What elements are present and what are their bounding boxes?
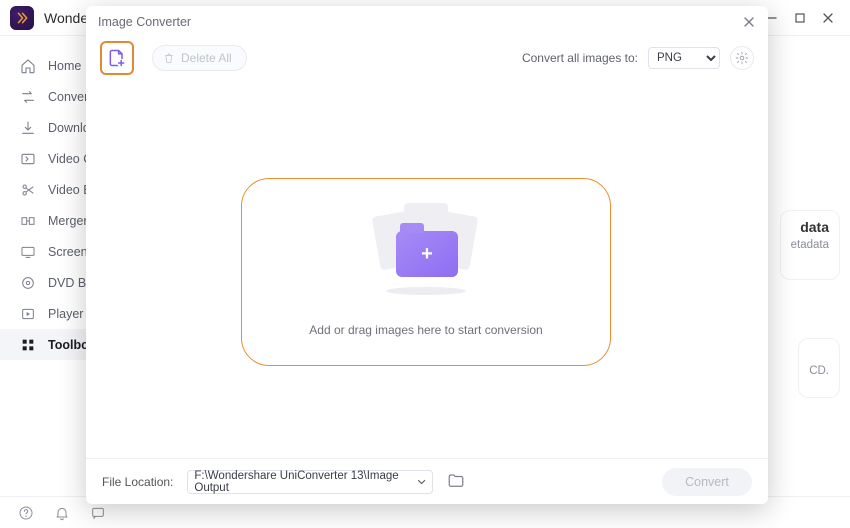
delete-all-button[interactable]: Delete All bbox=[152, 45, 247, 71]
window-maximize-button[interactable] bbox=[790, 8, 810, 28]
scissors-icon bbox=[20, 182, 36, 198]
screen-icon bbox=[20, 244, 36, 260]
output-format-select[interactable]: PNG bbox=[648, 47, 720, 69]
merge-icon bbox=[20, 213, 36, 229]
play-icon bbox=[20, 306, 36, 322]
folder-illustration-icon: + bbox=[366, 207, 486, 293]
modal-title: Image Converter bbox=[98, 15, 191, 29]
home-icon bbox=[20, 58, 36, 74]
bell-icon[interactable] bbox=[54, 505, 70, 521]
convert-label: Convert bbox=[685, 475, 729, 489]
convert-to-label: Convert all images to: bbox=[522, 51, 638, 65]
gear-icon bbox=[735, 51, 749, 65]
sidebar-item-label: Player bbox=[48, 307, 83, 321]
disc-icon bbox=[20, 275, 36, 291]
open-folder-button[interactable] bbox=[447, 472, 467, 492]
file-location-path: F:\Wondershare UniConverter 13\Image Out… bbox=[194, 470, 417, 494]
add-images-button[interactable] bbox=[100, 41, 134, 75]
background-panel: data etadata CD. bbox=[760, 50, 840, 488]
dropzone[interactable]: + Add or drag images here to start conve… bbox=[241, 178, 611, 366]
convert-button[interactable]: Convert bbox=[662, 468, 752, 496]
converter-icon bbox=[20, 89, 36, 105]
modal-close-button[interactable] bbox=[740, 13, 758, 31]
sidebar-item-label: Home bbox=[48, 59, 81, 73]
feedback-icon[interactable] bbox=[90, 505, 106, 521]
output-settings-button[interactable] bbox=[730, 46, 754, 70]
toolbox-icon bbox=[20, 337, 36, 353]
sidebar-item-label: Merger bbox=[48, 214, 88, 228]
image-converter-modal: Image Converter Delete All Convert all i… bbox=[86, 6, 768, 504]
download-icon bbox=[20, 120, 36, 136]
delete-all-label: Delete All bbox=[181, 51, 232, 65]
bg-card-text: CD. bbox=[809, 365, 829, 377]
file-location-label: File Location: bbox=[102, 475, 173, 489]
file-location-select[interactable]: F:\Wondershare UniConverter 13\Image Out… bbox=[187, 470, 433, 494]
modal-body: + Add or drag images here to start conve… bbox=[86, 78, 768, 458]
dropzone-text: Add or drag images here to start convers… bbox=[309, 323, 542, 337]
chevron-down-icon bbox=[417, 477, 426, 487]
bg-card-title: data bbox=[791, 219, 829, 235]
help-icon[interactable] bbox=[18, 505, 34, 521]
app-logo-icon bbox=[10, 6, 34, 30]
plus-icon: + bbox=[421, 243, 433, 266]
bg-card-sub: etadata bbox=[791, 239, 829, 251]
modal-toolbar: Delete All Convert all images to: PNG bbox=[86, 38, 768, 78]
modal-titlebar: Image Converter bbox=[86, 6, 768, 38]
modal-footer: File Location: F:\Wondershare UniConvert… bbox=[86, 458, 768, 504]
compress-icon bbox=[20, 151, 36, 167]
window-close-button[interactable] bbox=[818, 8, 838, 28]
folder-icon bbox=[447, 472, 465, 490]
trash-icon bbox=[163, 52, 175, 64]
